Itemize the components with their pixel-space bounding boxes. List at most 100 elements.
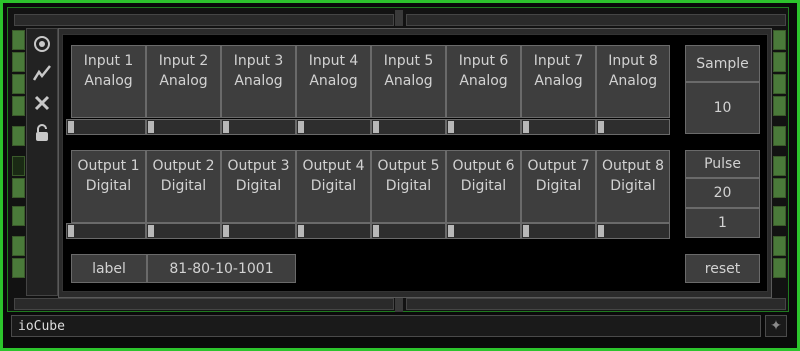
input-port[interactable] [12,156,25,176]
input-name: Input 3 [233,53,284,69]
top-divider [395,10,403,26]
slider-knob[interactable] [298,121,304,133]
output-port[interactable] [773,178,786,198]
label-value-field[interactable]: 81-80-10-1001 [147,254,296,283]
input-port[interactable] [12,52,25,72]
input-name: Input 7 [533,53,584,69]
input-name: Input 1 [83,53,134,69]
output-slider[interactable] [66,223,146,239]
slider-knob[interactable] [373,121,379,133]
close-icon[interactable] [30,91,54,115]
input-channel-8[interactable]: Input 8 Analog [596,45,670,118]
output-port[interactable] [773,96,786,116]
output-channel-6[interactable]: Output 6 Digital [446,150,521,223]
input-slider[interactable] [521,119,596,135]
output-port[interactable] [773,236,786,256]
input-channel-3[interactable]: Input 3 Analog [221,45,296,118]
output-port[interactable] [773,30,786,50]
output-type: Digital [310,178,357,194]
input-channel-2[interactable]: Input 2 Analog [146,45,221,118]
output-slider[interactable] [371,223,446,239]
target-icon[interactable] [30,32,54,56]
slider-knob[interactable] [68,225,74,237]
slider-knob[interactable] [148,225,154,237]
input-slider[interactable] [66,119,146,135]
input-slider[interactable] [596,119,670,135]
slider-knob[interactable] [223,225,229,237]
input-port[interactable] [12,30,25,50]
output-port[interactable] [773,126,786,146]
input-slider[interactable] [296,119,371,135]
output-name: Output 7 [527,158,590,174]
plus-icon[interactable]: ✦ [765,315,787,337]
input-type: Analog [234,73,283,89]
input-type: Analog [459,73,508,89]
output-port[interactable] [773,52,786,72]
output-type: Digital [160,178,207,194]
slider-knob[interactable] [68,121,74,133]
output-name: Output 1 [77,158,140,174]
output-channel-5[interactable]: Output 5 Digital [371,150,446,223]
input-port[interactable] [12,74,25,94]
input-channel-5[interactable]: Input 5 Analog [371,45,446,118]
slider-knob[interactable] [373,225,379,237]
input-port[interactable] [12,178,25,198]
pulse-count-field[interactable]: 1 [685,208,760,238]
output-name: Output 4 [302,158,365,174]
output-type: Digital [235,178,282,194]
output-slider[interactable] [446,223,521,239]
reset-button[interactable]: reset [685,254,760,283]
input-slider[interactable] [146,119,221,135]
input-port[interactable] [12,236,25,256]
input-name: Input 5 [383,53,434,69]
input-port[interactable] [12,206,25,226]
input-port[interactable] [12,258,25,278]
output-type: Digital [85,178,132,194]
input-slider[interactable] [446,119,521,135]
pulse-icon[interactable] [30,61,54,85]
input-name: Input 6 [458,53,509,69]
slider-knob[interactable] [523,121,529,133]
lock-icon[interactable] [30,121,54,145]
output-channel-3[interactable]: Output 3 Digital [221,150,296,223]
pulse-label: Pulse [685,150,760,178]
input-channel-6[interactable]: Input 6 Analog [446,45,521,118]
slider-knob[interactable] [448,121,454,133]
sample-value-field[interactable]: 10 [685,82,760,134]
output-slider[interactable] [521,223,596,239]
output-channel-8[interactable]: Output 8 Digital [596,150,670,223]
output-port[interactable] [773,156,786,176]
output-type: Digital [460,178,507,194]
pulse-value-field[interactable]: 20 [685,178,760,208]
output-type: Digital [535,178,582,194]
input-channel-7[interactable]: Input 7 Analog [521,45,596,118]
output-channel-7[interactable]: Output 7 Digital [521,150,596,223]
slider-knob[interactable] [148,121,154,133]
output-slider[interactable] [596,223,670,239]
input-type: Analog [384,73,433,89]
slider-knob[interactable] [598,121,604,133]
input-port[interactable] [12,126,25,146]
output-port[interactable] [773,74,786,94]
input-channel-4[interactable]: Input 4 Analog [296,45,371,118]
slider-knob[interactable] [598,225,604,237]
slider-knob[interactable] [298,225,304,237]
bottom-bar-left [14,298,394,310]
output-channel-2[interactable]: Output 2 Digital [146,150,221,223]
slider-knob[interactable] [523,225,529,237]
input-channel-1[interactable]: Input 1 Analog [71,45,146,118]
output-slider[interactable] [221,223,296,239]
node-name-field[interactable]: ioCube [11,315,761,337]
output-channel-4[interactable]: Output 4 Digital [296,150,371,223]
input-slider[interactable] [221,119,296,135]
slider-knob[interactable] [448,225,454,237]
output-port[interactable] [773,258,786,278]
output-slider[interactable] [296,223,371,239]
slider-knob[interactable] [223,121,229,133]
output-slider[interactable] [146,223,221,239]
input-port[interactable] [12,96,25,116]
input-slider[interactable] [371,119,446,135]
output-channel-1[interactable]: Output 1 Digital [71,150,146,223]
output-port[interactable] [773,206,786,226]
output-name: Output 2 [152,158,215,174]
